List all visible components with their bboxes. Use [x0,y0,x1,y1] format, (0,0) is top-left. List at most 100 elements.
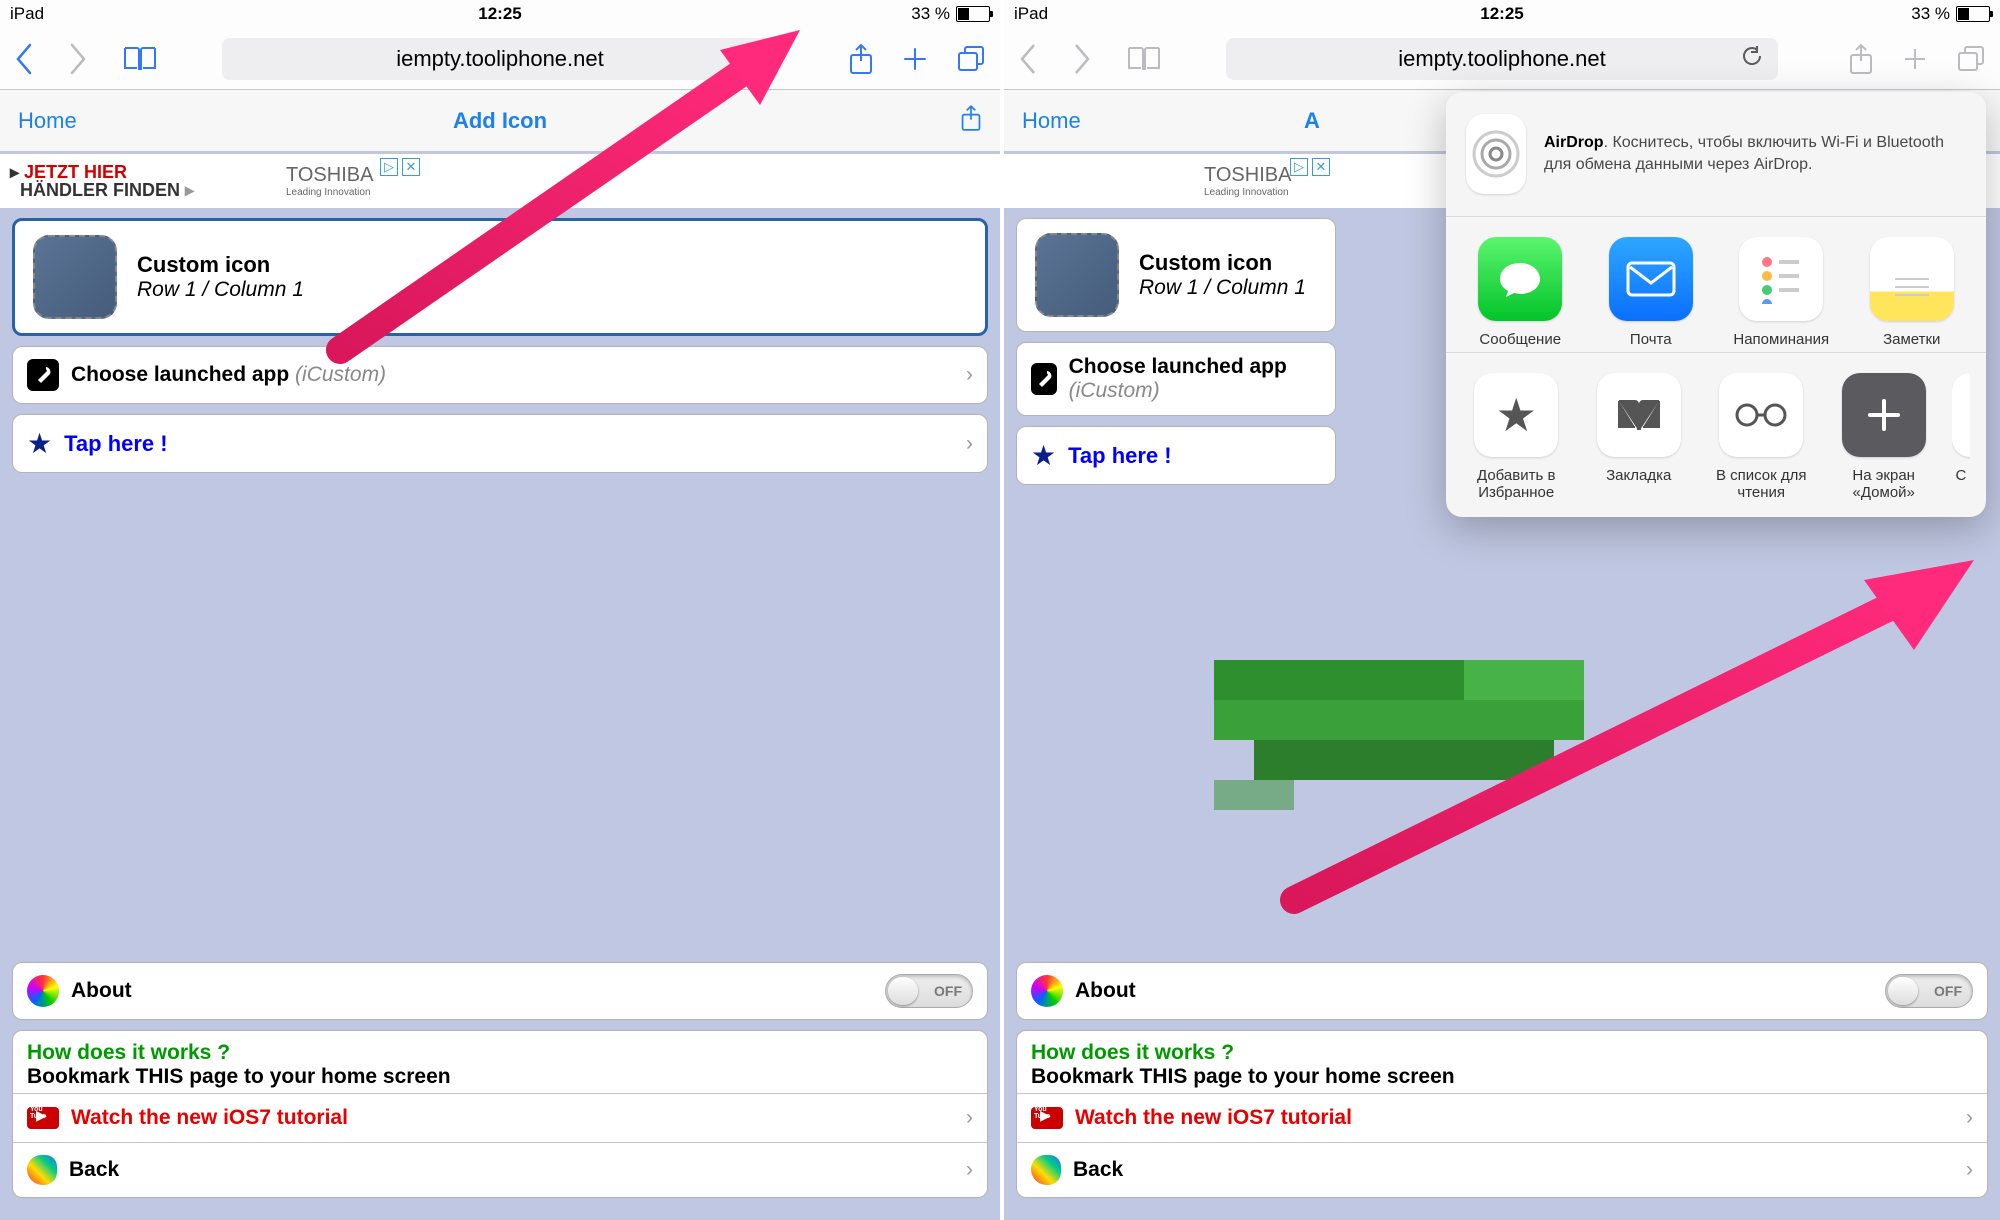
notes-icon [1870,237,1954,321]
status-bar: iPad 12:25 33 % [1004,0,2000,28]
choose-app-label: Choose launched app [71,363,289,386]
share-home-screen[interactable]: На экран «Домой» [1829,373,1937,503]
share-reading-list[interactable]: В список для чтения [1707,373,1815,503]
taphere-label: Tap here ! [64,431,168,457]
reminders-icon [1739,237,1823,321]
back-icon[interactable] [1018,43,1038,75]
chevron-right-icon: › [966,1106,973,1130]
page-share-icon[interactable] [960,104,982,137]
help-question: How does it works ? [27,1041,973,1065]
help-instruction: Bookmark THIS page to your home screen [1031,1065,1973,1089]
share-icon[interactable] [1848,43,1874,75]
back-row[interactable]: Back › [1017,1142,1987,1197]
airdrop-icon [1466,114,1526,194]
chevron-right-icon: › [1966,1106,1973,1130]
taphere-row[interactable]: ★ Tap here ! [1017,427,1335,484]
choose-app-row[interactable]: Choose launched app (iCustom) [1017,343,1335,415]
share-messages[interactable]: Сообщение [1462,237,1579,348]
new-tab-icon[interactable] [902,46,928,72]
choose-app-panel: Choose launched app (iCustom) [1016,342,1336,416]
chevron-right-icon: › [966,432,973,456]
share-item-label: Добавить в Избранное [1462,467,1570,503]
messages-icon [1478,237,1562,321]
share-item-label: Почта [1593,331,1710,348]
share-actions-row: ★ Добавить в Избранное Закладка В список… [1446,353,1986,517]
ad-controls[interactable]: ▷✕ [1290,158,1330,176]
about-row[interactable]: About OFF [1017,963,1987,1019]
watch-tutorial-row[interactable]: Watch the new iOS7 tutorial › [1017,1093,1987,1142]
choose-app-hint: (iCustom) [1069,379,1160,402]
share-item-label: В список для чтения [1707,467,1815,503]
gamecenter-icon [27,975,59,1007]
share-item-label: На экран «Домой» [1829,467,1937,503]
about-label: About [71,979,132,1003]
about-row[interactable]: About OFF [13,963,987,1019]
share-item-label: Напоминания [1723,331,1840,348]
plus-icon [1842,373,1926,457]
watch-tutorial-row[interactable]: Watch the new iOS7 tutorial › [13,1093,987,1142]
reload-icon[interactable] [1740,44,1764,74]
icon-preview [33,235,117,319]
ad-close-icon[interactable]: ✕ [1312,158,1330,176]
share-more[interactable]: С [1952,373,1970,503]
back-icon[interactable] [14,43,34,75]
airdrop-row[interactable]: AirDrop. Коснитесь, чтобы включить Wi-Fi… [1446,92,1986,217]
ad-line2: HÄNDLER FINDEN [20,180,180,200]
battery-icon [1956,6,1990,22]
help-panel: How does it works ? Bookmark THIS page t… [12,1030,988,1198]
back-label: Back [1073,1158,1123,1182]
paint-icon [1031,1155,1061,1185]
share-add-favorite[interactable]: ★ Добавить в Избранное [1462,373,1570,503]
custom-icon-subtitle: Row 1 / Column 1 [137,278,304,302]
taphere-label: Tap here ! [1068,443,1172,469]
gamecenter-icon [1031,975,1063,1007]
about-toggle[interactable]: OFF [1885,974,1973,1008]
share-bookmark[interactable]: Закладка [1584,373,1692,503]
custom-icon-panel[interactable]: Custom icon Row 1 / Column 1 [1016,218,1336,332]
url-bar[interactable]: iempty.tooliphone.net [1226,38,1778,80]
watch-tutorial-label: Watch the new iOS7 tutorial [71,1106,348,1130]
youtube-icon [1031,1107,1063,1129]
share-apps-row: Сообщение Почта Напоминания Заметки [1446,217,1986,353]
paint-icon [27,1155,57,1185]
right-pane: iPad 12:25 33 % iempty.tooliphone.net Ho… [1000,0,2000,1220]
share-icon[interactable] [848,43,874,75]
forward-icon [1072,43,1092,75]
ad-info-icon[interactable]: ▷ [1290,158,1308,176]
share-notes[interactable]: Заметки [1854,237,1971,348]
home-link[interactable]: Home [1022,108,1081,134]
back-label: Back [69,1158,119,1182]
choose-app-label: Choose launched app [1069,355,1287,378]
star-icon: ★ [1474,373,1558,457]
new-tab-icon[interactable] [1902,46,1928,72]
help-header: How does it works ? Bookmark THIS page t… [13,1031,987,1093]
home-link[interactable]: Home [18,108,77,134]
about-panel: About OFF [1016,962,1988,1020]
mail-icon [1609,237,1693,321]
icon-preview [1035,233,1119,317]
bookmarks-icon[interactable] [122,45,158,73]
taphere-panel: ★ Tap here ! › [12,414,988,473]
share-reminders[interactable]: Напоминания [1723,237,1840,348]
taphere-row[interactable]: ★ Tap here ! › [13,415,987,472]
wrench-icon [1031,363,1057,395]
chevron-right-icon: › [966,1158,973,1182]
back-row[interactable]: Back › [13,1142,987,1197]
wrench-icon [27,359,59,391]
help-panel: How does it works ? Bookmark THIS page t… [1016,1030,1988,1198]
help-question: How does it works ? [1031,1041,1973,1065]
custom-icon-title: Custom icon [1139,250,1306,276]
bookmarks-icon[interactable] [1126,45,1162,73]
chevron-right-icon: › [1966,1158,1973,1182]
tabs-icon[interactable] [1956,45,1986,73]
help-header: How does it works ? Bookmark THIS page t… [1017,1031,1987,1093]
about-toggle[interactable]: OFF [885,974,973,1008]
star-icon: ★ [1031,439,1056,472]
share-mail[interactable]: Почта [1593,237,1710,348]
tabs-icon[interactable] [956,45,986,73]
more-icon [1952,373,1970,457]
forward-icon [68,43,88,75]
left-pane: iPad 12:25 33 % iempty.tooliphone.net Ho… [0,0,1000,1220]
page-title-truncated: A [1304,108,1320,134]
watch-tutorial-label: Watch the new iOS7 tutorial [1075,1106,1352,1130]
